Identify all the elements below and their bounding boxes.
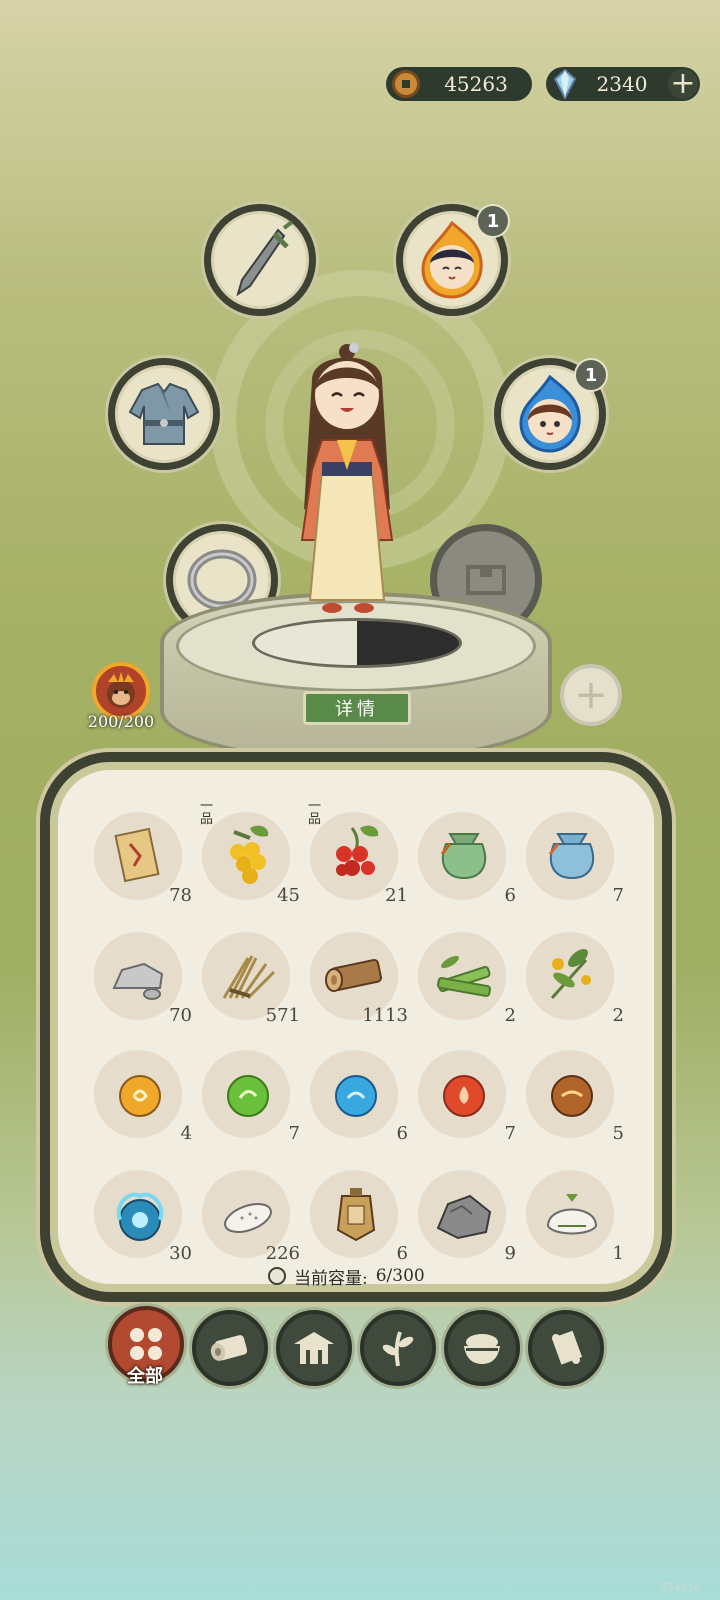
inventory-item[interactable]: 2 <box>524 928 624 1028</box>
blue-orb-icon <box>335 1075 377 1117</box>
inventory-item[interactable]: 226 <box>200 1166 300 1266</box>
item-count: 226 <box>265 1243 300 1264</box>
gem-amount: 2340 <box>596 72 648 96</box>
rice-dumpling-icon <box>546 1194 598 1235</box>
gem-icon <box>553 68 577 101</box>
tab-food[interactable] <box>444 1310 520 1386</box>
gem-counter: 2340 + <box>546 67 700 101</box>
item-count: 6 <box>396 1243 408 1264</box>
weapon-slot[interactable] <box>204 204 316 316</box>
character-avatar[interactable] <box>282 340 412 640</box>
coin-icon <box>392 70 420 98</box>
item-count: 9 <box>504 1243 516 1264</box>
item-grade: 一品 <box>308 799 322 827</box>
inventory-item[interactable]: 7 <box>416 1046 516 1146</box>
item-count: 2 <box>504 1005 516 1026</box>
capacity-value: 6/300 <box>375 1266 425 1286</box>
item-count: 7 <box>612 885 624 906</box>
item-count: 70 <box>169 1005 192 1026</box>
item-count: 4 <box>180 1123 192 1144</box>
add-gems-button[interactable]: + <box>668 69 698 99</box>
inventory-item[interactable]: 5 <box>524 1046 624 1146</box>
building-icon <box>294 1332 334 1364</box>
item-count: 6 <box>396 1123 408 1144</box>
bamboo-icon <box>437 955 491 997</box>
green-orb-icon <box>227 1075 269 1117</box>
inventory-item[interactable]: 6 <box>416 808 516 908</box>
tab-scroll[interactable] <box>528 1310 604 1386</box>
inventory-item[interactable]: 78 <box>92 808 192 908</box>
item-grade: 一品 <box>200 799 214 827</box>
item-count: 45 <box>277 885 300 906</box>
food-bowl-icon <box>464 1334 500 1364</box>
item-count: 21 <box>385 885 408 906</box>
inventory-item[interactable]: 一品 21 <box>308 800 408 908</box>
inventory-item[interactable]: 1 <box>524 1166 624 1266</box>
green-pouch-icon <box>440 833 487 880</box>
scroll-icon <box>551 1330 583 1365</box>
item-count: 30 <box>169 1243 192 1264</box>
item-count: 1113 <box>362 1005 408 1026</box>
inventory-item[interactable]: 1113 <box>308 928 408 1028</box>
tab-all-label: 全部 <box>127 1366 163 1387</box>
token-plaque-icon <box>336 1188 376 1242</box>
armor-slot[interactable] <box>108 358 220 470</box>
item-count: 5 <box>612 1123 624 1144</box>
sword-icon <box>236 220 294 297</box>
wood-icon <box>210 1335 248 1361</box>
item-count: 6 <box>504 885 516 906</box>
gold-orb-icon <box>119 1075 161 1117</box>
item-count: 78 <box>169 885 192 906</box>
stamina-value: 200/200 <box>87 712 155 731</box>
brown-orb-icon <box>551 1075 593 1117</box>
inventory-item[interactable]: 30 <box>92 1166 192 1266</box>
inventory-item[interactable]: 7 <box>200 1046 300 1146</box>
ore-rock-icon <box>436 1194 492 1240</box>
herb-flower-icon <box>550 949 591 1000</box>
plant-icon <box>382 1331 414 1367</box>
bag-icon <box>268 1267 286 1285</box>
item-count: 2 <box>612 1005 624 1026</box>
inventory-item[interactable]: 571 <box>200 928 300 1028</box>
details-button[interactable]: 详情 <box>303 691 411 725</box>
all-icon <box>130 1328 162 1360</box>
item-count: 1 <box>612 1243 624 1264</box>
monkey-face-icon <box>107 672 135 708</box>
inventory-item[interactable]: 9 <box>416 1166 516 1266</box>
companion-badge-1: 1 <box>476 204 510 238</box>
red-orb-icon <box>443 1075 485 1117</box>
blue-pouch-icon <box>548 833 595 880</box>
item-count: 7 <box>288 1123 300 1144</box>
tab-plant[interactable] <box>360 1310 436 1386</box>
coin-amount: 45263 <box>444 72 508 96</box>
watermark: 534834 <box>660 1581 700 1594</box>
inventory-item[interactable]: 2 <box>416 928 516 1028</box>
inventory-item[interactable]: 70 <box>92 928 192 1028</box>
item-count: 571 <box>265 1005 300 1026</box>
add-slot-button[interactable]: + <box>560 664 622 726</box>
inventory-item[interactable]: 一品 45 <box>200 800 300 908</box>
inventory-item[interactable]: 7 <box>524 808 624 908</box>
capacity-label: 当前容量: <box>294 1268 368 1289</box>
item-count: 7 <box>504 1123 516 1144</box>
locked-box-icon <box>466 565 506 595</box>
add-slot-plus: + <box>574 672 608 718</box>
tab-wood[interactable] <box>192 1310 268 1386</box>
coin-counter: 45263 <box>386 67 532 101</box>
inventory-item[interactable]: 6 <box>308 1166 408 1266</box>
inventory-item[interactable]: 6 <box>308 1046 408 1146</box>
inventory-item[interactable]: 4 <box>92 1046 192 1146</box>
companion-badge-2: 1 <box>574 358 608 392</box>
tab-building[interactable] <box>276 1310 352 1386</box>
robe-armor-icon <box>128 382 200 445</box>
capacity-indicator: 当前容量: 6/300 <box>268 1262 425 1290</box>
